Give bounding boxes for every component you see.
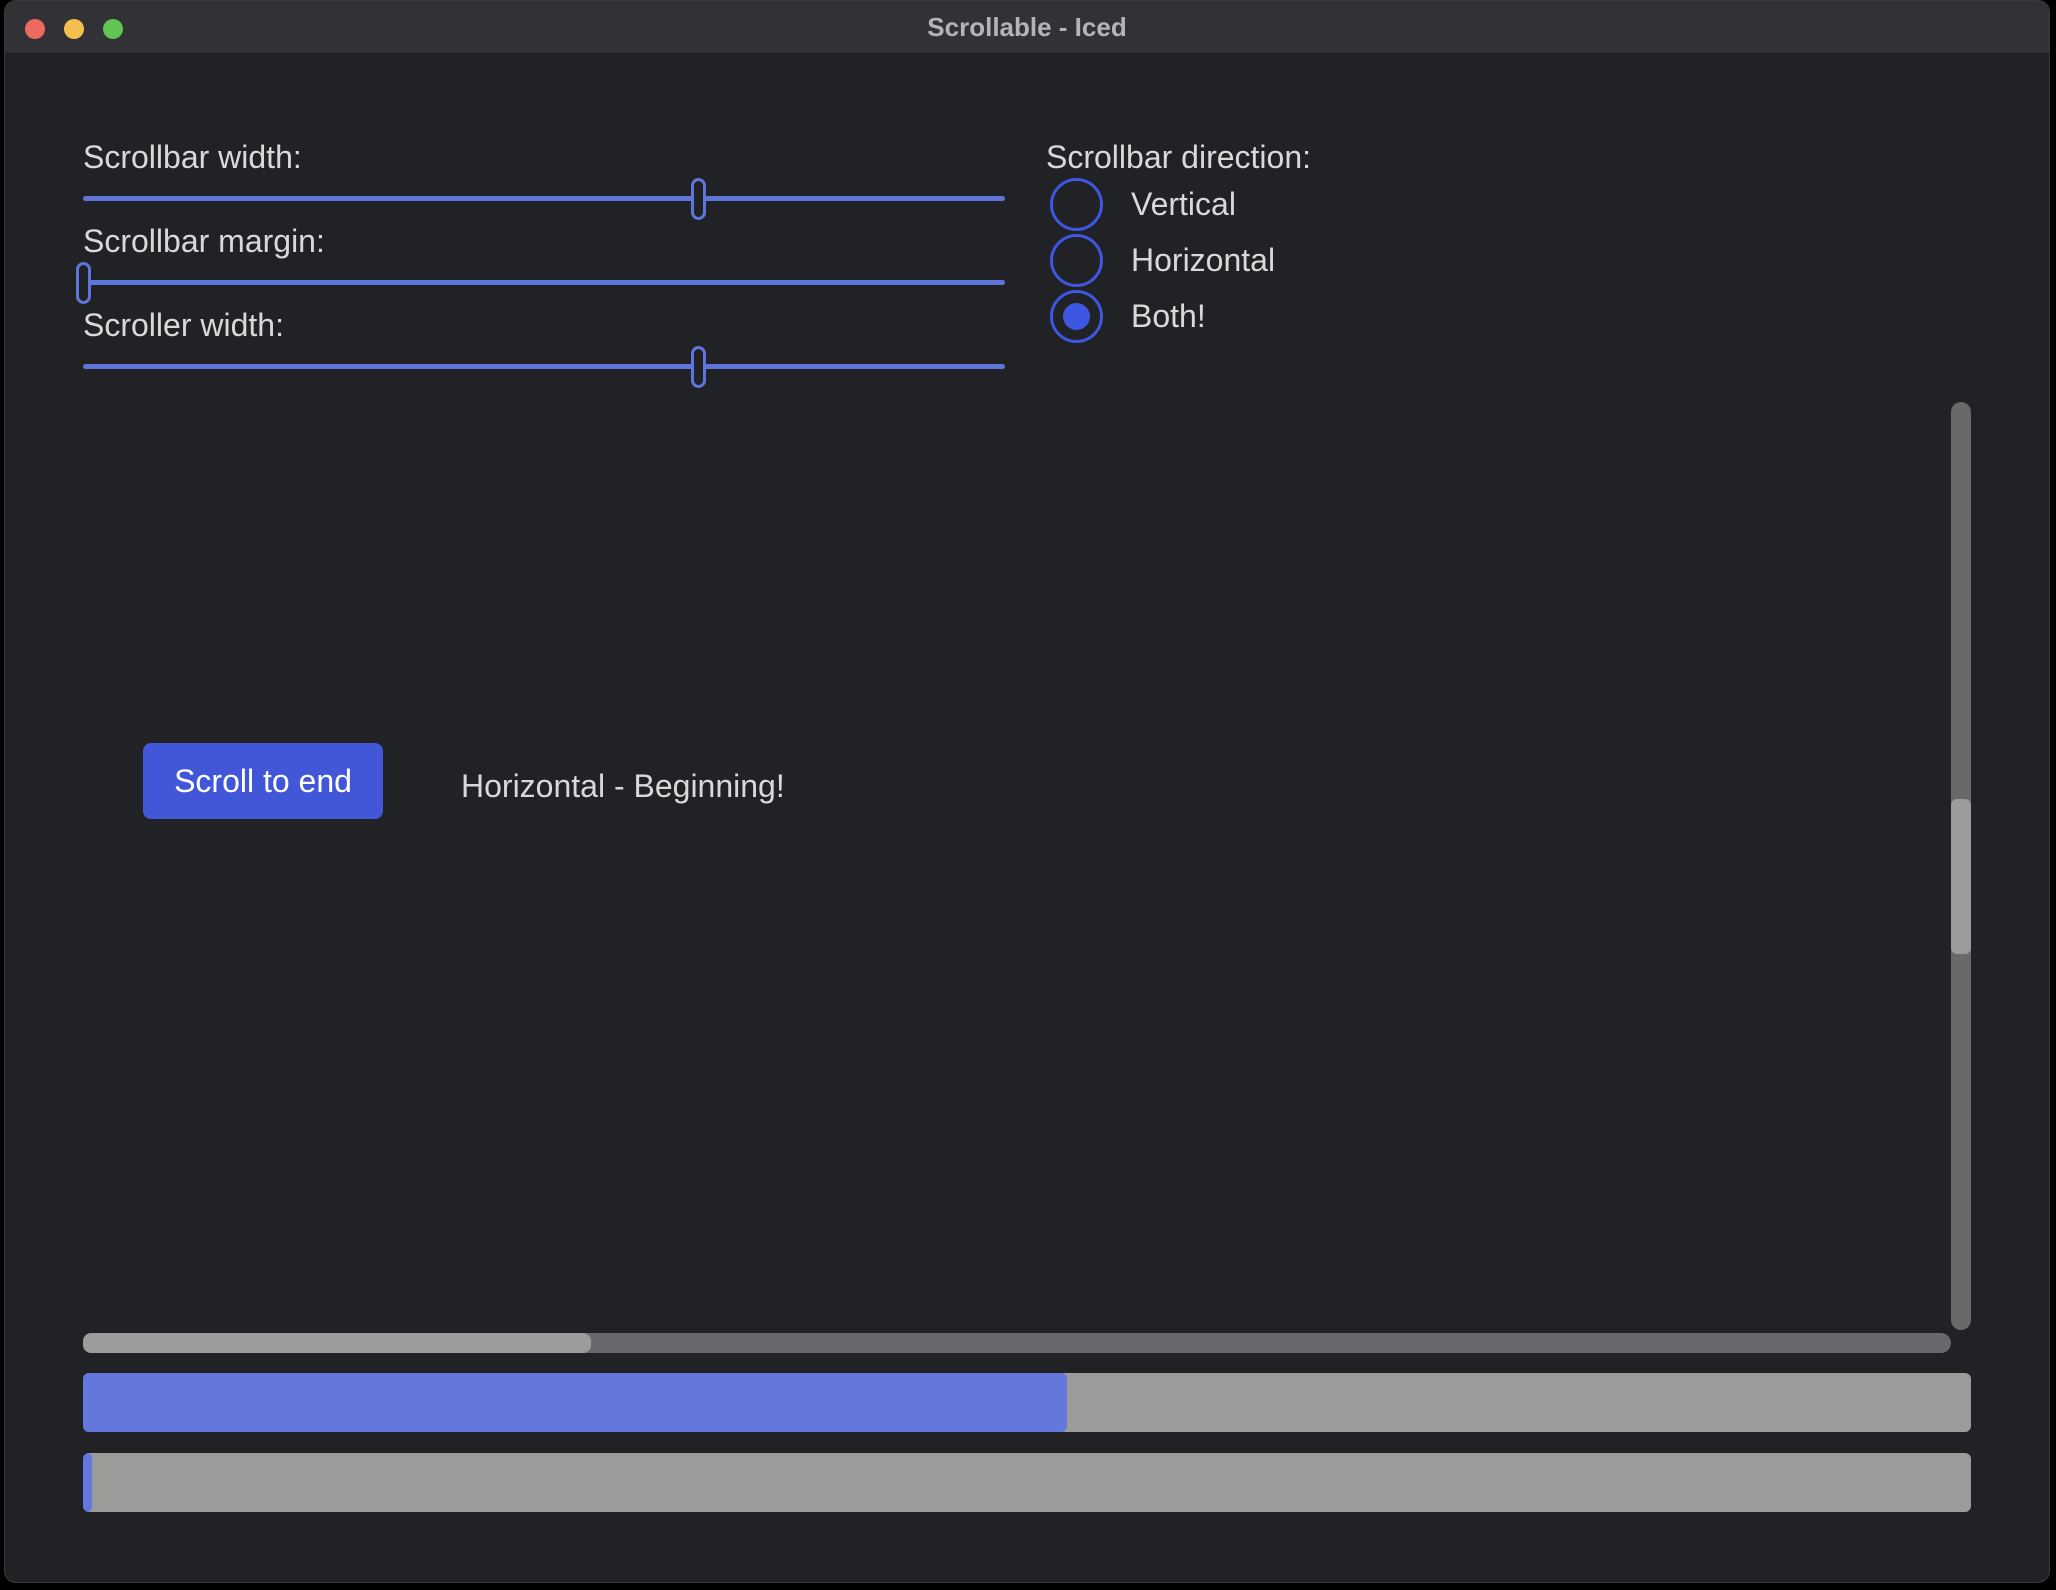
scroller-width-label: Scroller width: <box>83 305 284 345</box>
scrollbar-margin-slider[interactable] <box>83 280 1005 285</box>
scroller-width-slider[interactable] <box>83 364 1005 369</box>
progress-fill <box>83 1453 92 1512</box>
progress-bar-horizontal <box>83 1373 1971 1432</box>
scroll-to-end-button[interactable]: Scroll to end <box>143 743 383 819</box>
slider-handle[interactable] <box>691 346 706 388</box>
horizontal-scrollbar-thumb[interactable] <box>83 1333 591 1353</box>
window-title: Scrollable - Iced <box>5 1 2049 53</box>
slider-handle[interactable] <box>76 262 91 304</box>
horizontal-scrollbar-track[interactable] <box>83 1333 1951 1353</box>
radio-both-label[interactable]: Both! <box>1131 296 1206 336</box>
vertical-scrollbar-track[interactable] <box>1951 402 1971 1330</box>
radio-vertical[interactable] <box>1050 178 1103 231</box>
titlebar: Scrollable - Iced <box>5 1 2049 54</box>
radio-both[interactable] <box>1050 290 1103 343</box>
vertical-scrollbar-thumb[interactable] <box>1951 799 1971 954</box>
slider-handle[interactable] <box>691 178 706 220</box>
radio-horizontal-label[interactable]: Horizontal <box>1131 240 1275 280</box>
progress-bar-vertical <box>83 1453 1971 1512</box>
radio-horizontal[interactable] <box>1050 234 1103 287</box>
scrollbar-width-slider[interactable] <box>83 196 1005 201</box>
scroll-status-text: Horizontal - Beginning! <box>461 766 785 806</box>
radio-dot-icon <box>1063 303 1090 330</box>
scrollbar-direction-label: Scrollbar direction: <box>1046 137 1311 177</box>
radio-vertical-label[interactable]: Vertical <box>1131 184 1236 224</box>
scrollbar-margin-label: Scrollbar margin: <box>83 221 325 261</box>
app-window: Scrollable - Iced Scrollbar width: Scrol… <box>4 0 2050 1583</box>
scrollbar-width-label: Scrollbar width: <box>83 137 302 177</box>
progress-fill <box>83 1373 1067 1432</box>
